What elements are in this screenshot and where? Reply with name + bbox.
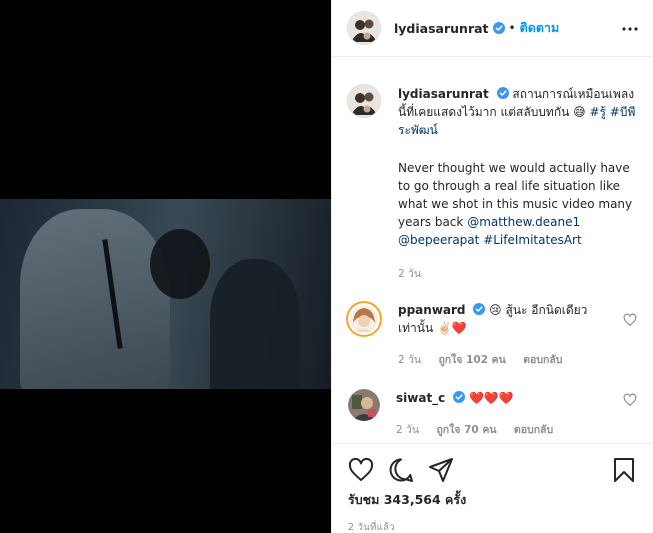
caption-english-paragraph: Never thought we would actually have to … [398, 159, 637, 249]
mention-link[interactable]: @bepeerapat [398, 233, 479, 247]
comment-body: ppanward 😢 สู้นะ อีกนิดเดียวเท่านั้น ✌🏻❤… [398, 301, 618, 369]
hashtag-link[interactable]: #LifeImitatesArt [483, 233, 582, 247]
verified-badge-icon [496, 87, 509, 99]
caption-thai-paragraph: lydiasarunrat สถานการณ์เหมือนเพลงนี้ที่เ… [398, 85, 637, 139]
commenter-avatar[interactable] [348, 389, 380, 421]
separator-dot: • [508, 21, 516, 35]
comment-like-heart-icon[interactable] [623, 313, 637, 327]
comment-text: ❤️❤️❤️ [468, 391, 514, 405]
mention-link[interactable]: @matthew.deane1 [467, 215, 580, 229]
comments-list[interactable]: lydiasarunrat สถานการณ์เหมือนเพลงนี้ที่เ… [332, 58, 653, 443]
video-figure-right [210, 259, 300, 389]
caption-age[interactable]: 2 วัน [398, 268, 421, 280]
caption-username[interactable]: lydiasarunrat [398, 87, 489, 101]
comment-username[interactable]: siwat_c [396, 391, 445, 405]
post-timestamp[interactable]: 2 วันที่แล้ว [348, 520, 637, 533]
verified-badge-icon [473, 303, 486, 315]
avatar[interactable] [348, 12, 380, 44]
commenter-avatar[interactable] [346, 301, 382, 337]
caption-meta: 2 วัน [398, 265, 637, 283]
comment-like-heart-icon[interactable] [623, 393, 637, 407]
post-caption: lydiasarunrat สถานการณ์เหมือนเพลงนี้ที่เ… [348, 58, 637, 283]
comment-age[interactable]: 2 วัน [398, 354, 421, 366]
caption-body: lydiasarunrat สถานการณ์เหมือนเพลงนี้ที่เ… [398, 85, 637, 283]
video-frame[interactable] [0, 199, 331, 389]
comment-age[interactable]: 2 วัน [396, 424, 419, 436]
header-username[interactable]: lydiasarunrat [394, 21, 489, 36]
comment-body: siwat_c ❤️❤️❤️ 2 วัน ถูกใจ 70 คน ตอบกลับ [396, 389, 616, 439]
heart-icon[interactable] [348, 457, 374, 483]
post-media[interactable] [0, 0, 331, 533]
video-figure-left [20, 209, 170, 389]
comment-item: siwat_c ❤️❤️❤️ 2 วัน ถูกใจ 70 คน ตอบกลับ [348, 389, 637, 439]
video-figure-head [150, 229, 210, 299]
comment-icon[interactable] [388, 457, 414, 483]
comment-meta: 2 วัน ถูกใจ 102 คน ตอบกลับ [398, 351, 618, 369]
verified-badge-icon [492, 22, 505, 34]
share-icon[interactable] [428, 457, 454, 483]
view-count[interactable]: รับชม 343,564 ครั้ง [348, 490, 637, 510]
post-header: lydiasarunrat • ติดตาม [332, 0, 653, 57]
action-bar [348, 450, 637, 490]
reply-button[interactable]: ตอบกลับ [523, 354, 562, 366]
more-options-icon[interactable] [621, 20, 639, 38]
verified-badge-icon [453, 391, 466, 403]
comment-username[interactable]: ppanward [398, 303, 466, 317]
bookmark-icon[interactable] [611, 457, 637, 483]
post-actions: รับชม 343,564 ครั้ง 2 วันที่แล้ว [332, 443, 653, 533]
post-side-panel: lydiasarunrat • ติดตาม lydiasarunrat สถา… [331, 0, 653, 533]
comment-item: ppanward 😢 สู้นะ อีกนิดเดียวเท่านั้น ✌🏻❤… [346, 301, 637, 369]
comment-meta: 2 วัน ถูกใจ 70 คน ตอบกลับ [396, 421, 616, 439]
follow-button[interactable]: ติดตาม [520, 18, 560, 38]
caption-avatar[interactable] [348, 85, 380, 117]
comment-likes[interactable]: ถูกใจ 70 คน [436, 424, 496, 436]
comment-likes[interactable]: ถูกใจ 102 คน [438, 354, 505, 366]
reply-button[interactable]: ตอบกลับ [514, 424, 553, 436]
